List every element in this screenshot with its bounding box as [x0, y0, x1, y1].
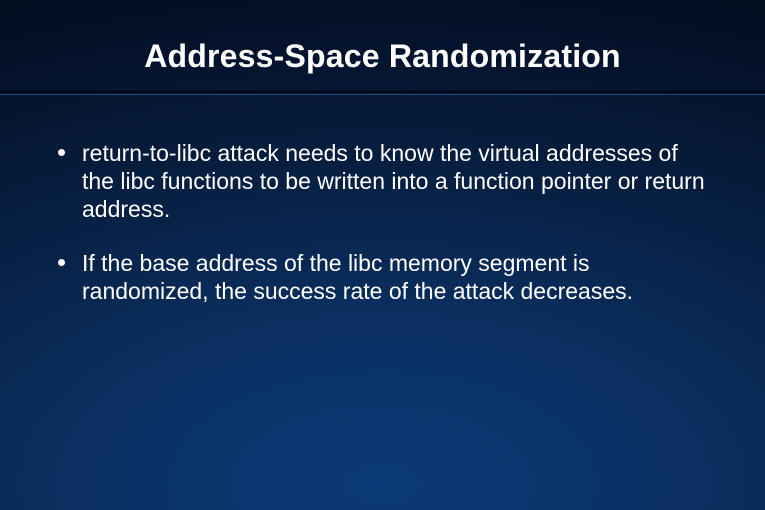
title-underline	[0, 91, 765, 101]
bullet-text: If the base address of the libc memory s…	[82, 250, 633, 304]
bullet-list: return-to-libc attack needs to know the …	[52, 139, 713, 305]
list-item: return-to-libc attack needs to know the …	[52, 139, 713, 223]
bullet-text: return-to-libc attack needs to know the …	[82, 140, 705, 222]
list-item: If the base address of the libc memory s…	[52, 249, 713, 305]
slide: Address-Space Randomization return-to-li…	[0, 0, 765, 510]
title-region: Address-Space Randomization	[0, 0, 765, 99]
content-region: return-to-libc attack needs to know the …	[0, 99, 765, 305]
slide-title: Address-Space Randomization	[0, 38, 765, 75]
